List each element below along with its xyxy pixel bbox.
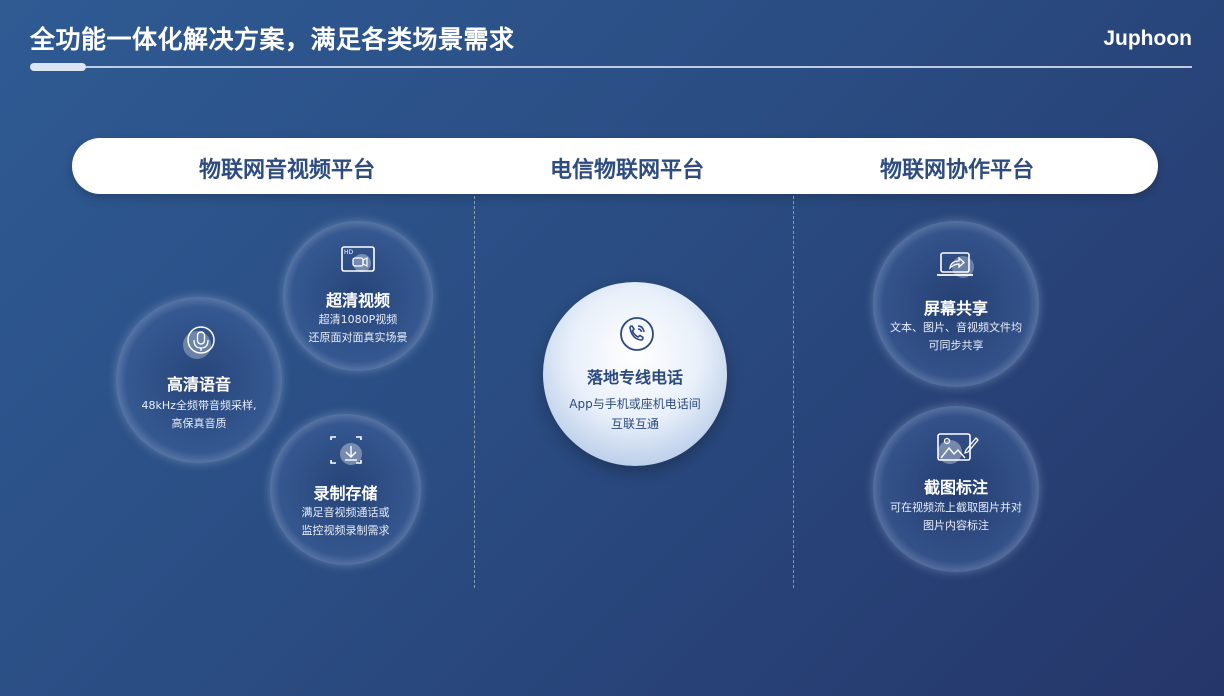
feature-desc-line1: 文本、图片、音视频文件均 [890,321,1022,334]
feature-landline: 落地专线电话 App与手机或座机电话间 互联互通 [543,282,727,466]
feature-recording: 录制存储 满足音视频通话或 监控视频录制需求 [270,414,421,565]
feature-name: 截图标注 [923,478,988,497]
platform-telecom: 电信物联网平台 [549,158,704,183]
feature-name: 录制存储 [313,484,378,503]
feature-desc-line2: 图片内容标注 [923,519,989,532]
svg-text:HD: HD [344,249,354,256]
feature-desc-line1: 48kHz全频带音频采样, [141,399,257,412]
image-annotate-icon [932,430,980,470]
platform-av: 物联网音视频平台 [198,158,375,183]
feature-desc-line1: 可在视频流上截取图片并对 [890,501,1022,514]
feature-desc-line1: 满足音视频通话或 [301,506,390,519]
feature-desc-line2: 高保真音质 [171,417,227,430]
feature-desc-line2: 监控视频录制需求 [301,524,390,537]
hd-video-icon: HD [338,243,378,279]
screen-share-icon [935,249,977,289]
platform-collab: 物联网协作平台 [879,158,1034,183]
feature-desc-line1: App与手机或座机电话间 [569,397,701,411]
feature-name: 超清视频 [325,291,390,310]
feature-hd-video: HD 超清视频 超清1080P视频 还原面对面真实场景 [283,221,433,371]
feature-desc-line1: 超清1080P视频 [318,313,398,326]
recording-icon [325,434,367,472]
column-divider [793,196,794,588]
feature-screen-share: 屏幕共享 文本、图片、音视频文件均 可同步共享 [873,221,1039,387]
feature-hd-voice: 高清语音 48kHz全频带音频采样, 高保真音质 [116,297,282,463]
column-divider [474,196,475,588]
header-divider [30,66,1192,68]
feature-desc-line2: 互联互通 [610,417,659,431]
platform-bar: 物联网音视频平台 电信物联网平台 物联网协作平台 [72,138,1158,194]
brand-logo: Juphoon [1103,27,1192,50]
feature-name: 高清语音 [166,375,231,394]
microphone-icon [179,323,219,367]
feature-desc-line2: 还原面对面真实场景 [308,331,408,344]
feature-name: 屏幕共享 [923,299,988,318]
page-title: 全功能一体化解决方案，满足各类场景需求 [30,25,515,54]
header-accent [30,63,86,71]
feature-screenshot: 截图标注 可在视频流上截取图片并对 图片内容标注 [873,406,1039,572]
feature-name: 落地专线电话 [586,368,683,387]
feature-desc-line2: 可同步共享 [928,339,984,352]
phone-call-icon [617,314,657,358]
